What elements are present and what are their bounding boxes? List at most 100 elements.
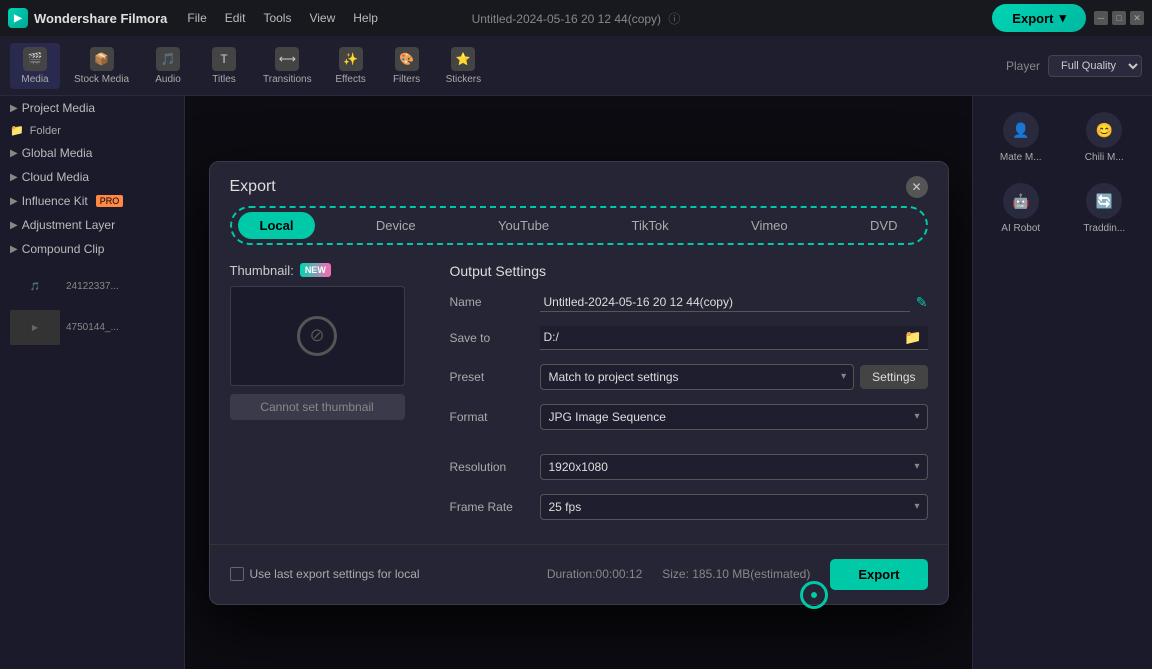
last-export-checkbox[interactable] (230, 567, 244, 581)
name-input[interactable] (540, 293, 910, 312)
chili-icon: 😊 (1086, 112, 1122, 148)
top-bar: ▶ Wondershare Filmora File Edit Tools Vi… (0, 0, 1152, 36)
effects-label: Effects (335, 74, 365, 85)
stickers-label: Stickers (446, 74, 482, 85)
cloud-media-label: Cloud Media (22, 170, 89, 184)
settings-button[interactable]: Settings (860, 365, 927, 389)
tab-tiktok[interactable]: TikTok (610, 212, 691, 239)
audio-label: Audio (155, 74, 181, 85)
project-media-section[interactable]: ▶ Project Media (0, 96, 184, 120)
transitions-label: Transitions (263, 74, 312, 85)
frame-rate-field-row: Frame Rate 25 fps (450, 494, 928, 520)
close-window-button[interactable]: ✕ (1130, 11, 1144, 25)
media-filename-1: 24122337... (66, 281, 119, 292)
format-label: Format (450, 410, 540, 424)
name-label: Name (450, 295, 540, 309)
toolbar: 🎬 Media 📦 Stock Media 🎵 Audio T Titles ⟷… (0, 36, 1152, 96)
right-tool-ai-robot[interactable]: 🤖 AI Robot (981, 175, 1061, 242)
cannot-set-thumbnail-button: Cannot set thumbnail (230, 394, 405, 420)
mate-icon: 👤 (1003, 112, 1039, 148)
resolution-field-row: Resolution 1920x1080 (450, 454, 928, 480)
quality-select[interactable]: Full Quality (1048, 55, 1142, 77)
compound-chevron-icon: ▶ (10, 244, 18, 255)
resolution-select[interactable]: 1920x1080 (540, 454, 928, 480)
influence-badge: PRO (96, 195, 124, 207)
frame-rate-select[interactable]: 25 fps (540, 494, 928, 520)
traddin-icon: 🔄 (1086, 183, 1122, 219)
toolbar-item-audio[interactable]: 🎵 Audio (143, 43, 193, 89)
toolbar-item-filters[interactable]: 🎨 Filters (382, 43, 432, 89)
browse-folder-button[interactable]: 📁 (902, 329, 923, 346)
toolbar-item-media[interactable]: 🎬 Media (10, 43, 60, 89)
export-modal-button[interactable]: Export (830, 559, 927, 590)
tab-bar: Local Device YouTube TikTok Vimeo DVD (230, 206, 928, 245)
size-info: Size: 185.10 MB(estimated) (662, 567, 810, 581)
app-container: ▶ Wondershare Filmora File Edit Tools Vi… (0, 0, 1152, 669)
compound-clip-section[interactable]: ▶ Compound Clip (0, 237, 184, 261)
minimize-button[interactable]: ─ (1094, 11, 1108, 25)
menu-tools[interactable]: Tools (255, 7, 299, 29)
chili-label: Chili M... (1085, 152, 1124, 163)
export-chevron-icon: ▾ (1059, 10, 1066, 26)
save-to-field-row: Save to D:/ 📁 (450, 326, 928, 350)
media-items: 🎵 24122337... ▶ 4750144_... (0, 261, 184, 353)
folder-icon: 📁 (10, 124, 24, 137)
player-label: Player (1006, 59, 1040, 73)
modal-title-bar: Export ✕ (210, 162, 948, 202)
toolbar-item-titles[interactable]: T Titles (199, 43, 249, 89)
footer-left: Use last export settings for local (230, 567, 420, 581)
export-main-label: Export (1012, 11, 1053, 26)
chevron-right-icon: ▶ (10, 103, 18, 114)
audio-icon: 🎵 (156, 47, 180, 71)
adjustment-layer-section[interactable]: ▶ Adjustment Layer (0, 213, 184, 237)
right-tool-mate[interactable]: 👤 Mate M... (981, 104, 1061, 171)
toolbar-item-transitions[interactable]: ⟷ Transitions (255, 43, 320, 89)
stock-icon: 📦 (90, 47, 114, 71)
menu-help[interactable]: Help (345, 7, 386, 29)
save-to-label: Save to (450, 331, 540, 345)
format-dropdown-wrap: JPG Image Sequence (540, 404, 928, 430)
tab-dvd[interactable]: DVD (848, 212, 919, 239)
footer-right: Duration:00:00:12 Size: 185.10 MB(estima… (547, 559, 928, 590)
media-label: Media (21, 74, 48, 85)
global-chevron-icon: ▶ (10, 148, 18, 159)
duration-info: Duration:00:00:12 (547, 567, 642, 581)
influence-chevron-icon: ▶ (10, 196, 18, 207)
thumbnail-label-text: Thumbnail: (230, 263, 294, 278)
influence-kit-section[interactable]: ▶ Influence Kit PRO (0, 189, 184, 213)
frame-rate-label: Frame Rate (450, 500, 540, 514)
global-media-section[interactable]: ▶ Global Media (0, 141, 184, 165)
menu-view[interactable]: View (301, 7, 343, 29)
toolbar-item-stickers[interactable]: ⭐ Stickers (438, 43, 490, 89)
output-settings-title: Output Settings (450, 263, 928, 279)
tab-vimeo[interactable]: Vimeo (729, 212, 810, 239)
menu-file[interactable]: File (179, 7, 214, 29)
tab-youtube[interactable]: YouTube (476, 212, 571, 239)
toolbar-item-stock[interactable]: 📦 Stock Media (66, 43, 137, 89)
menu-edit[interactable]: Edit (217, 7, 254, 29)
modal-body: Thumbnail: NEW ⊘ Cannot set thumbnail Ou… (210, 253, 948, 534)
preset-select[interactable]: Match to project settings (540, 364, 855, 390)
tab-device[interactable]: Device (354, 212, 438, 239)
toolbar-item-effects[interactable]: ✨ Effects (326, 43, 376, 89)
media-row-1: 🎵 24122337... (10, 269, 174, 304)
format-field-row: Format JPG Image Sequence (450, 404, 928, 430)
traddin-label: Traddin... (1083, 223, 1125, 234)
save-to-path: D:/ (544, 330, 903, 344)
export-main-button[interactable]: Export ▾ (992, 4, 1086, 32)
modal-close-button[interactable]: ✕ (906, 176, 928, 198)
right-tool-traddin[interactable]: 🔄 Traddin... (1065, 175, 1145, 242)
format-select[interactable]: JPG Image Sequence (540, 404, 928, 430)
last-export-label: Use last export settings for local (250, 567, 420, 581)
top-bar-left: ▶ Wondershare Filmora File Edit Tools Vi… (8, 7, 386, 29)
effects-icon: ✨ (339, 47, 363, 71)
name-edit-icon[interactable]: ✎ (916, 294, 928, 311)
maximize-button[interactable]: □ (1112, 11, 1126, 25)
right-tool-chili[interactable]: 😊 Chili M... (1065, 104, 1145, 171)
output-settings: Output Settings Name ✎ (450, 263, 928, 534)
media-filename-2: 4750144_... (66, 322, 119, 333)
tab-local[interactable]: Local (238, 212, 316, 239)
menu-bar: File Edit Tools View Help (179, 7, 386, 29)
cloud-media-section[interactable]: ▶ Cloud Media (0, 165, 184, 189)
modal-footer: Use last export settings for local Durat… (210, 544, 948, 604)
